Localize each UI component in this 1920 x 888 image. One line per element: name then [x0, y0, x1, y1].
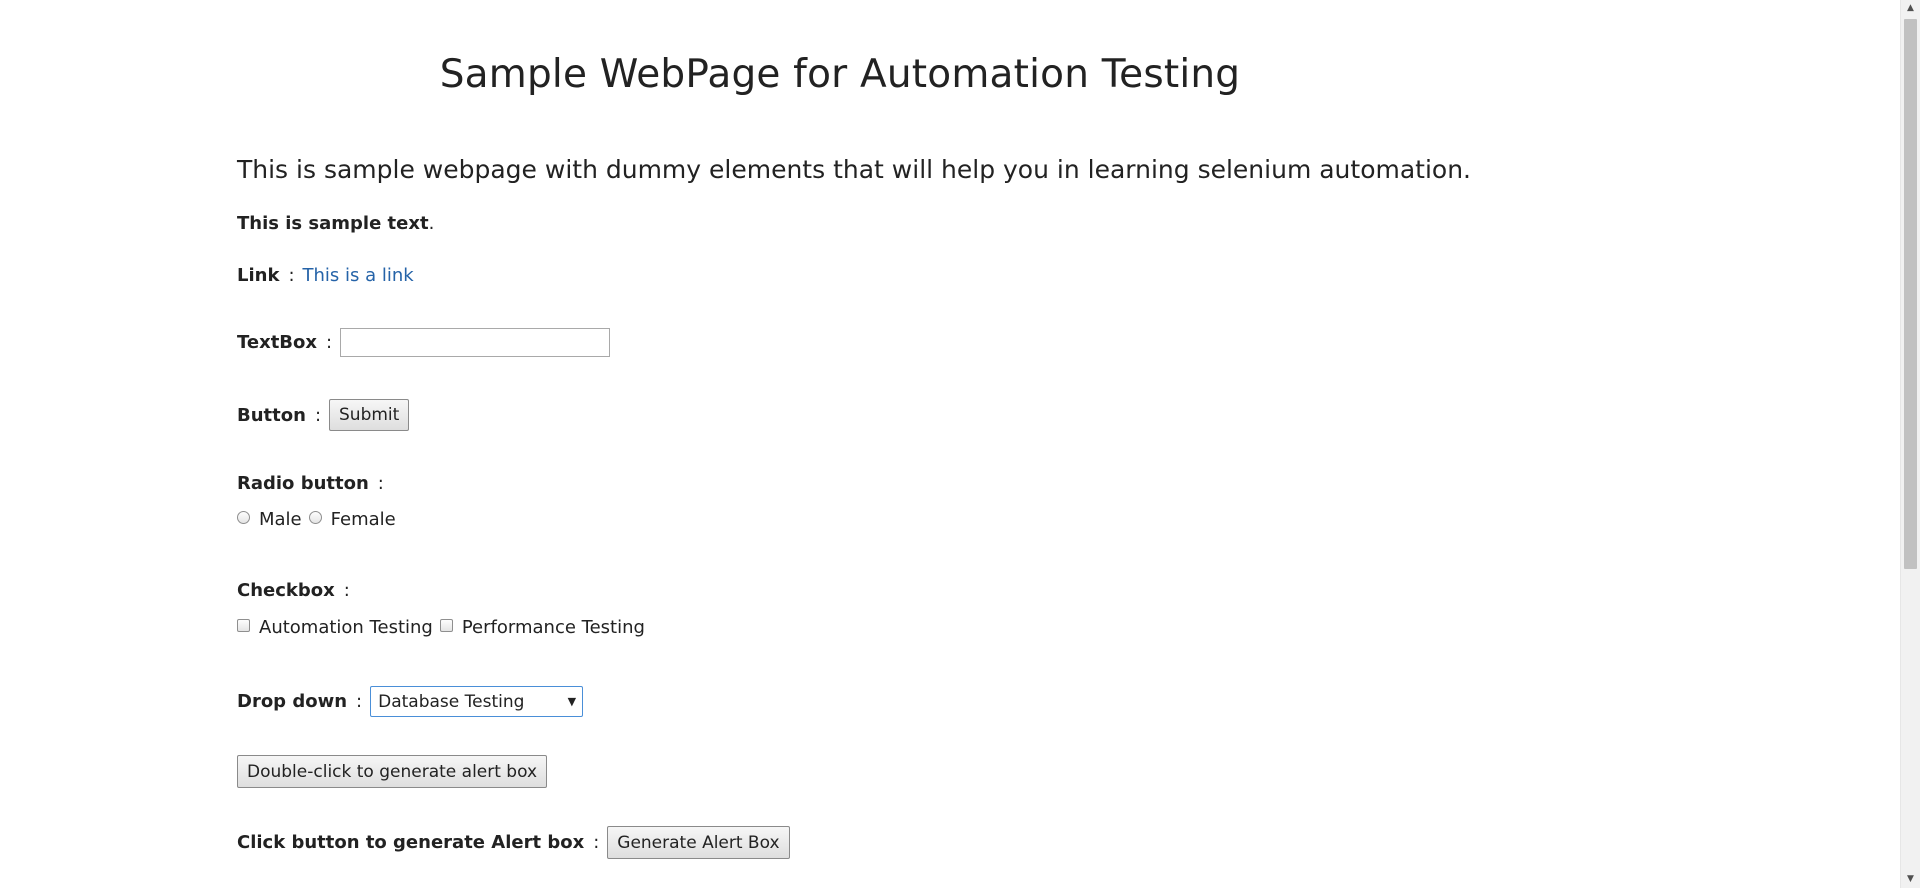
sample-text-dot: . — [428, 213, 435, 234]
checkbox-automation[interactable] — [237, 619, 250, 632]
dropdown-label: Drop down — [237, 691, 348, 712]
intro-text: This is sample webpage with dummy elemen… — [237, 155, 1472, 184]
page-title: Sample WebPage for Automation Testing — [439, 52, 1241, 97]
checkbox-colon: : — [343, 580, 350, 601]
page-content: Sample WebPage for Automation Testing Th… — [0, 0, 1900, 888]
link-row: Link : This is a link — [237, 265, 414, 286]
checkbox-option-automation[interactable]: Automation Testing — [237, 617, 433, 638]
button-label: Button — [237, 404, 306, 426]
text-input[interactable] — [340, 328, 611, 357]
checkbox-option-performance[interactable]: Performance Testing — [439, 617, 645, 638]
link-label: Link — [237, 265, 280, 286]
double-click-button[interactable]: Double-click to generate alert box — [237, 755, 548, 788]
textbox-row: TextBox : — [237, 328, 611, 357]
radio-label-row: Radio button : — [237, 473, 392, 494]
dropdown-row: Drop down : Database Testing ▼ — [237, 686, 584, 717]
radio-male-label: Male — [259, 509, 302, 530]
radio-male[interactable] — [237, 511, 250, 524]
scrollbar-thumb[interactable] — [1904, 19, 1917, 569]
radio-label: Radio button — [237, 473, 369, 494]
vertical-scrollbar[interactable]: ▲ ▼ — [1900, 0, 1920, 888]
alert-label: Click button to generate Alert box — [237, 832, 585, 853]
submit-button[interactable]: Submit — [329, 399, 410, 431]
sample-text: This is sample text — [237, 213, 429, 234]
checkbox-performance-label: Performance Testing — [461, 617, 645, 638]
radio-options: Male Female — [237, 509, 403, 530]
button-colon: : — [314, 404, 322, 426]
scroll-down-arrow-icon[interactable]: ▼ — [1901, 871, 1920, 888]
radio-colon: : — [377, 473, 384, 494]
alert-row: Click button to generate Alert box : Gen… — [237, 826, 790, 859]
radio-option-female[interactable]: Female — [308, 509, 396, 530]
textbox-colon: : — [326, 332, 333, 353]
radio-option-male[interactable]: Male — [237, 509, 302, 530]
radio-female-label: Female — [330, 509, 396, 530]
textbox-label: TextBox — [237, 332, 318, 353]
button-row: Button : Submit — [237, 399, 410, 431]
testing-dropdown[interactable]: Database Testing ▼ — [370, 686, 584, 717]
link-colon: : — [288, 265, 295, 286]
checkbox-automation-label: Automation Testing — [259, 617, 433, 638]
checkbox-label-row: Checkbox : — [237, 580, 358, 601]
dropdown-colon: : — [356, 691, 363, 712]
radio-female[interactable] — [308, 511, 322, 524]
checkbox-label: Checkbox — [237, 580, 335, 601]
dropdown-caret-icon: ▼ — [567, 695, 577, 708]
dropdown-selected: Database Testing — [378, 691, 525, 712]
sample-text-row: This is sample text. — [237, 213, 434, 234]
checkbox-performance[interactable] — [439, 619, 453, 632]
checkbox-options: Automation Testing Performance Testing — [237, 617, 652, 638]
sample-link[interactable]: This is a link — [303, 265, 414, 286]
scroll-up-arrow-icon[interactable]: ▲ — [1901, 0, 1920, 17]
generate-alert-button[interactable]: Generate Alert Box — [607, 826, 790, 859]
double-click-row: Double-click to generate alert box — [237, 755, 548, 788]
alert-colon: : — [593, 832, 600, 853]
